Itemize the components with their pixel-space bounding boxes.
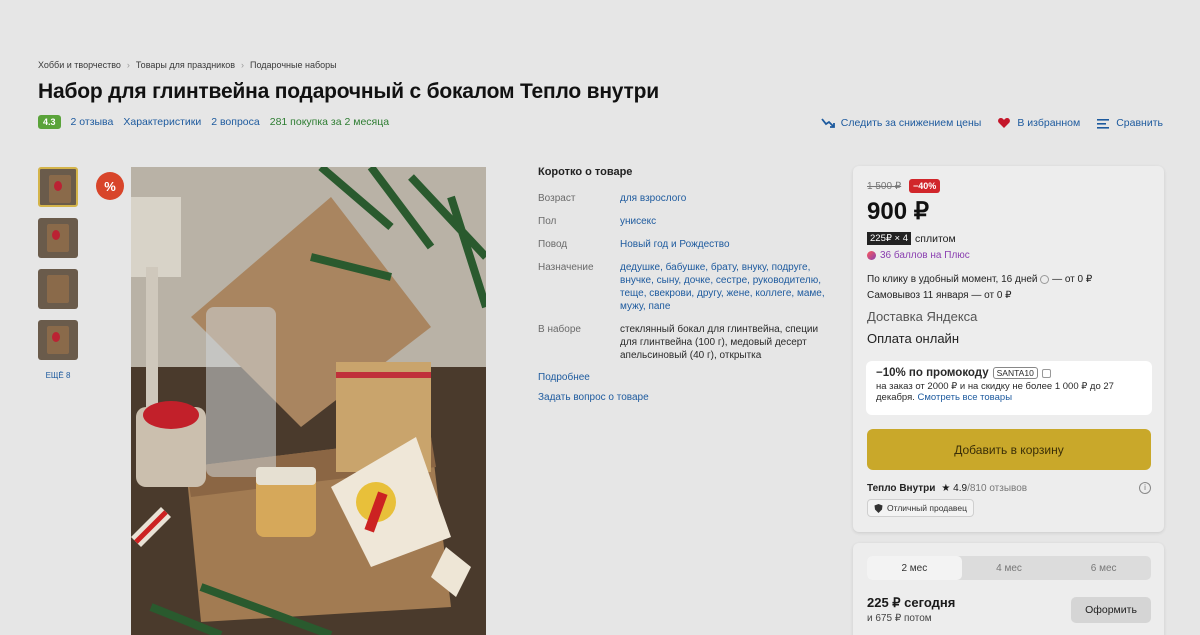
page-title: Набор для глинтвейна подарочный с бокало… (38, 80, 659, 103)
thumbnail[interactable] (38, 167, 78, 207)
heart-icon (998, 118, 1011, 128)
plus-label: 36 баллов на Плюс (880, 250, 970, 261)
spec-key: Пол (538, 216, 557, 227)
spec-value: стеклянный бокал для глинтвейна, специи … (620, 324, 819, 361)
breadcrumb-separator: › (126, 60, 130, 70)
thumbnail[interactable] (38, 320, 78, 360)
shield-icon (874, 503, 883, 513)
spec-row: Пол унисекс (538, 215, 828, 228)
promo-card: −10% по промокоду SANTA10 на заказ от 20… (866, 361, 1152, 415)
spec-row: Назначение дедушке, бабушке, брату, внук… (538, 261, 828, 313)
thumbnail-list: ЕЩЁ 8 (38, 167, 78, 380)
reviews-link[interactable]: 2 отзыва (71, 116, 114, 128)
characteristics-link[interactable]: Характеристики (123, 116, 201, 128)
split-period-tabs: 2 мес 4 мес 6 мес (867, 556, 1151, 580)
breadcrumb-item[interactable]: Подарочные наборы (250, 60, 337, 70)
delivery-courier-label: По клику в удобный момент, 16 дней (867, 274, 1038, 285)
split-info[interactable]: 225₽ × 4 сплитом (867, 232, 956, 245)
rating-badge[interactable]: 4.3 (38, 115, 61, 129)
spec-row: В наборе стеклянный бокал для глинтвейна… (538, 323, 828, 362)
track-price-button[interactable]: Следить за снижением цены (821, 116, 982, 130)
purchases-count: 281 покупка за 2 месяца (269, 116, 390, 128)
questions-link[interactable]: 2 вопроса (211, 116, 260, 128)
spec-value[interactable]: для взрослого (620, 192, 686, 205)
seller-name[interactable]: Тепло Внутри (867, 483, 935, 494)
good-seller-badge: Отличный продавец (867, 499, 974, 517)
breadcrumb: Хобби и творчество › Товары для праздник… (38, 60, 337, 70)
delivery-options: По клику в удобный момент, 16 дней — от … (867, 272, 1092, 304)
breadcrumb-separator: › (241, 60, 245, 70)
discount-badge: −40% (909, 179, 941, 193)
order-button[interactable]: Оформить (1071, 597, 1151, 623)
buy-box: 1 500 ₽ −40% 900 ₽ 225₽ × 4 сплитом 36 б… (853, 166, 1164, 532)
seller-rating: ★ 4.9 (941, 482, 968, 494)
product-photo-illustration (131, 167, 486, 635)
spec-value[interactable]: унисекс (620, 215, 656, 228)
info-icon[interactable] (1040, 274, 1050, 284)
favorites-button[interactable]: В избранном (997, 116, 1080, 130)
promo-link[interactable]: Смотреть все товары (918, 392, 1013, 403)
info-icon[interactable]: i (1139, 482, 1151, 494)
delivery-courier: По клику в удобный момент, 16 дней — от … (867, 272, 1092, 288)
track-price-label: Следить за снижением цены (840, 117, 982, 129)
sale-badge: % (96, 172, 124, 200)
favorites-label: В избранном (1017, 117, 1081, 129)
yandex-delivery: Доставка Яндекса (867, 309, 978, 324)
old-price: 1 500 ₽ (867, 181, 902, 192)
good-seller-label: Отличный продавец (887, 503, 967, 513)
plus-icon (867, 251, 876, 260)
spec-key: Назначение (538, 262, 594, 273)
ask-question-link[interactable]: Задать вопрос о товаре (538, 392, 828, 403)
spec-key: В наборе (538, 324, 581, 335)
more-details-link[interactable]: Подробнее (538, 372, 828, 383)
spec-value[interactable]: Новый год и Рождество (620, 238, 730, 251)
split-then: и 675 ₽ потом (867, 613, 932, 624)
product-page: Хобби и творчество › Товары для праздник… (0, 0, 1200, 635)
more-photos-link[interactable]: ЕЩЁ 8 (38, 371, 78, 380)
compare-icon (1097, 119, 1110, 129)
product-actions: Следить за снижением цены В избранном Ср… (821, 116, 1163, 130)
plus-points[interactable]: 36 баллов на Плюс (867, 250, 970, 261)
product-meta: 4.3 2 отзыва Характеристики 2 вопроса 28… (38, 115, 389, 129)
spec-row: Возраст для взрослого (538, 192, 828, 205)
payment-method: Оплата онлайн (867, 331, 959, 346)
promo-title-row: −10% по промокоду SANTA10 (876, 367, 1142, 379)
tab-2-months[interactable]: 2 мес (867, 556, 962, 580)
split-label: сплитом (915, 232, 956, 245)
short-heading: Коротко о товаре (538, 166, 633, 178)
thumbnail[interactable] (38, 218, 78, 258)
delivery-courier-price: — от 0 ₽ (1052, 274, 1093, 285)
compare-button[interactable]: Сравнить (1096, 116, 1163, 130)
promo-title: −10% по промокоду (876, 367, 989, 379)
short-description: Коротко о товаре Возраст для взрослого П… (538, 166, 828, 403)
current-price: 900 ₽ (867, 198, 929, 225)
seller-info: Тепло Внутри ★ 4.9/810 отзывов i (867, 482, 1151, 494)
delivery-pickup: Самовывоз 11 января — от 0 ₽ (867, 290, 1012, 301)
product-image[interactable] (131, 167, 486, 635)
compare-label: Сравнить (1116, 117, 1163, 129)
spec-value[interactable]: дедушке, бабушке, брату, внуку, подруге,… (620, 261, 828, 313)
breadcrumb-item[interactable]: Хобби и творчество (38, 60, 121, 70)
add-to-cart-button[interactable]: Добавить в корзину (867, 429, 1151, 470)
tab-6-months[interactable]: 6 мес (1056, 556, 1151, 580)
split-pill: 225₽ × 4 (867, 232, 912, 245)
split-box: 2 мес 4 мес 6 мес 225 ₽ сегодня и 675 ₽ … (853, 543, 1164, 635)
promo-code[interactable]: SANTA10 (992, 367, 1038, 379)
split-today: 225 ₽ сегодня (867, 595, 956, 610)
breadcrumb-item[interactable]: Товары для праздников (136, 60, 235, 70)
seller-reviews[interactable]: /810 отзывов (967, 483, 1027, 494)
tab-4-months[interactable]: 4 мес (962, 556, 1057, 580)
spec-key: Повод (538, 239, 568, 250)
spec-row: Повод Новый год и Рождество (538, 238, 828, 251)
price-down-icon (821, 118, 835, 128)
spec-key: Возраст (538, 193, 576, 204)
copy-icon[interactable] (1041, 368, 1051, 378)
thumbnail[interactable] (38, 269, 78, 309)
